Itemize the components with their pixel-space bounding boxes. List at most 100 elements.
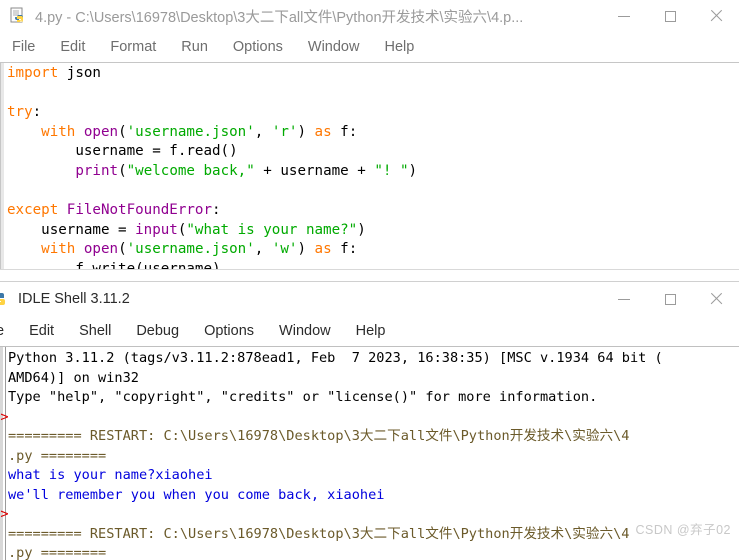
shell-gutter (0, 347, 3, 560)
shell-minimize-button[interactable] (601, 283, 647, 315)
code-token: + username + (254, 162, 375, 179)
editor-bottom-edge (0, 269, 739, 277)
editor-minimize-button[interactable] (601, 0, 647, 32)
code-token: with (41, 241, 76, 258)
shell-title-text: IDLE Shell 3.11.2 (18, 291, 130, 307)
shell-line: ========= RESTART: C:\Users\16978\Deskto… (8, 525, 630, 542)
code-line: import json (7, 64, 739, 84)
menu-format[interactable]: Format (110, 39, 169, 55)
shell-text-area[interactable]: Python 3.11.2 (tags/v3.11.2:878ead1, Feb… (8, 349, 739, 560)
maximize-icon (664, 10, 676, 22)
shell-divider (5, 347, 6, 560)
shell-close-button[interactable] (693, 283, 739, 315)
idle-shell-window: IDLE Shell 3.11.2 e Edit Shell Debug Opt… (0, 282, 739, 560)
shell-titlebar[interactable]: IDLE Shell 3.11.2 (0, 282, 739, 316)
code-token: ( (118, 241, 127, 258)
shell-line: ========= RESTART: C:\Users\16978\Deskto… (8, 428, 630, 444)
code-line: print("welcome back," + username + "! ") (7, 162, 739, 182)
shell-window-controls (601, 283, 739, 315)
code-token: import (7, 65, 59, 81)
code-token: : (32, 104, 42, 121)
code-token: f.write(username) (7, 260, 221, 269)
shell-line: what is your name?xiaohei (8, 467, 213, 483)
shell-menu-edit[interactable]: Edit (29, 323, 54, 339)
shell-maximize-button[interactable] (647, 283, 693, 315)
shell-menu-options[interactable]: Options (204, 323, 254, 339)
code-token: open (83, 241, 119, 258)
code-token: "what is your name?" (186, 221, 358, 238)
python-file-icon (10, 7, 28, 25)
code-token: username = (7, 221, 136, 238)
code-token: f: (331, 241, 358, 258)
editor-titlebar[interactable]: 4.py - C:\Users\16978\Desktop\3大二下all文件\… (0, 0, 739, 32)
menu-options[interactable]: Options (233, 39, 296, 55)
code-token: ( (118, 123, 127, 140)
menu-edit[interactable]: Edit (60, 39, 98, 55)
shell-line: Python 3.11.2 (tags/v3.11.2:878ead1, Feb… (8, 350, 663, 366)
code-token: 'username.json' (126, 241, 255, 258)
code-line: except FileNotFoundError: (7, 201, 739, 221)
python-editor-window: 4.py - C:\Users\16978\Desktop\3大二下all文件\… (0, 0, 739, 277)
editor-title-text: 4.py - C:\Users\16978\Desktop\3大二下all文件\… (35, 9, 524, 26)
menu-window[interactable]: Window (308, 39, 373, 55)
code-token: ) (297, 123, 315, 140)
code-token: : (212, 202, 221, 219)
code-text-area[interactable]: import json try: with open('username.jso… (7, 64, 739, 269)
code-token: ) (357, 221, 366, 238)
menu-help[interactable]: Help (384, 39, 427, 55)
minimize-icon (618, 298, 630, 300)
code-line: username = input("what is your name?") (7, 221, 739, 241)
code-token: f: (331, 123, 358, 140)
maximize-icon (664, 293, 676, 305)
code-token: "welcome back," (126, 162, 255, 179)
shell-line: Type "help", "copyright", "credits" or "… (8, 389, 598, 405)
menu-run[interactable]: Run (181, 39, 221, 55)
shell-menu-debug[interactable]: Debug (136, 323, 179, 339)
editor-close-button[interactable] (693, 0, 739, 32)
code-token: 'r' (271, 123, 298, 140)
code-token: print (75, 162, 119, 179)
shell-line: we'll remember you when you come back, x… (8, 486, 385, 503)
code-token: with (41, 123, 76, 140)
code-editor-frame: import json try: with open('username.jso… (0, 62, 739, 269)
shell-menu-shell[interactable]: Shell (79, 323, 111, 339)
minimize-icon (618, 15, 630, 17)
code-token: , (254, 123, 272, 140)
code-token: try (7, 104, 33, 121)
code-line: with open('username.json', 'w') as f: (7, 240, 739, 260)
code-token: json (58, 65, 101, 81)
code-token: ) (297, 241, 315, 258)
close-icon (709, 9, 723, 23)
code-token: except (7, 202, 59, 219)
menu-file[interactable]: File (12, 39, 48, 55)
shell-menu-window[interactable]: Window (279, 323, 331, 339)
code-token: username = f.read() (7, 143, 238, 160)
close-icon (709, 292, 723, 306)
code-token: 'w' (271, 241, 298, 258)
editor-window-controls (601, 0, 739, 32)
code-token: ) (408, 162, 418, 179)
csdn-watermark: CSDN @弃子02 (635, 523, 731, 537)
editor-maximize-button[interactable] (647, 0, 693, 32)
code-line: f.write(username) (7, 260, 739, 269)
shell-line: .py ======== (8, 545, 107, 560)
shell-menu-help[interactable]: Help (356, 323, 386, 339)
code-token: "! " (374, 162, 409, 179)
code-token: 'username.json' (126, 123, 255, 140)
code-token: ( (118, 162, 127, 179)
code-token: open (83, 123, 119, 140)
code-line: try: (7, 103, 739, 123)
code-line: username = f.read() (7, 142, 739, 162)
shell-line: .py ======== (8, 447, 107, 464)
shell-menu-file[interactable]: e (0, 323, 4, 339)
shell-line: AMD64)] on win32 (8, 369, 139, 386)
idle-shell-icon (0, 290, 10, 308)
